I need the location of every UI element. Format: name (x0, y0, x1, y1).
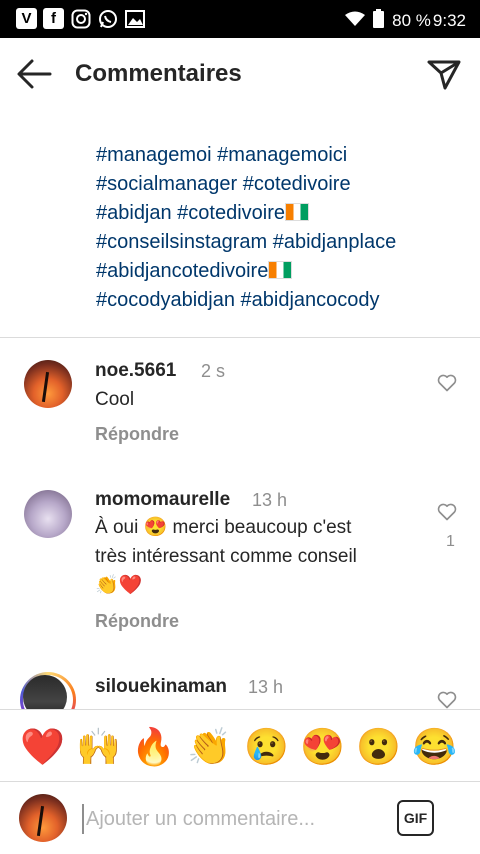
emoji-crying[interactable]: 😢 (244, 726, 289, 768)
ivory-coast-flag-icon (268, 261, 293, 279)
header: Commentaires (0, 38, 480, 110)
gif-button[interactable]: GIF (397, 800, 434, 836)
caption-line[interactable]: #abidjancotedivoire (96, 257, 456, 286)
comment-time: 13 h (248, 677, 284, 697)
divider (0, 337, 480, 338)
notification-icons: V f (16, 8, 145, 29)
current-user-avatar (19, 794, 67, 842)
send-icon (427, 60, 461, 90)
comment-time: 2 s (201, 361, 226, 381)
comment-username[interactable]: momomaurelle (95, 489, 230, 511)
caption-line[interactable]: #cocodyabidjan #abidjancocody (96, 286, 456, 315)
comment-text: À oui 😍 merci beaucoup c'est très intére… (95, 517, 357, 596)
back-button[interactable] (16, 57, 56, 91)
heart-icon[interactable] (437, 374, 457, 392)
clock: 9:32 (432, 11, 466, 30)
status-right: 80 % 9:32 (345, 9, 466, 33)
status-bar: V f 80 % 9:32 (0, 0, 480, 38)
caption-line[interactable]: #managemoi #managemoici (96, 141, 456, 170)
page-title: Commentaires (75, 60, 242, 87)
comment-input[interactable] (82, 804, 372, 834)
comment-time: 13 h (252, 490, 288, 510)
arrow-left-icon (17, 59, 52, 89)
wifi-icon (345, 11, 366, 32)
like-count[interactable]: 1 (446, 533, 455, 551)
emoji-laughing[interactable]: 😂 (412, 726, 457, 768)
heart-icon[interactable] (437, 503, 457, 521)
avatar[interactable] (24, 360, 72, 408)
reply-button[interactable]: Répondre (95, 611, 179, 632)
reply-button[interactable]: Répondre (95, 424, 179, 445)
comment-username[interactable]: noe.5661 (95, 360, 176, 382)
caption-line[interactable]: #socialmanager #cotedivoire (96, 170, 456, 199)
caption-line[interactable]: #conseilsinstagram #abidjanplace (96, 228, 456, 257)
ivory-coast-flag-icon (285, 203, 310, 221)
caption-line[interactable]: #abidjan #cotedivoire (96, 199, 456, 228)
battery-icon (373, 9, 385, 33)
avatar[interactable] (24, 490, 72, 538)
comment-composer: GIF (0, 782, 480, 854)
share-button[interactable] (426, 56, 462, 92)
gallery-icon (124, 8, 145, 29)
comment-text: Cool (95, 389, 135, 410)
emoji-clapping[interactable]: 👏 (187, 726, 232, 768)
instagram-icon (70, 8, 91, 29)
emoji-fire[interactable]: 🔥 (131, 726, 176, 768)
emoji-bar: ❤️ 🙌 🔥 👏 😢 😍 😮 😂 (0, 709, 480, 782)
emoji-raising-hands[interactable]: 🙌 (76, 726, 121, 768)
emoji-heart-eyes[interactable]: 😍 (300, 726, 345, 768)
post-caption: #managemoi #managemoici #socialmanager #… (96, 141, 456, 315)
comment-username[interactable]: silouekinaman (95, 676, 227, 698)
battery-level: 80 % (392, 11, 431, 30)
whatsapp-icon (97, 8, 118, 29)
facebook-icon: f (43, 8, 64, 29)
heart-icon[interactable] (437, 691, 457, 709)
v-app-icon: V (16, 8, 37, 29)
emoji-heart[interactable]: ❤️ (20, 726, 65, 768)
emoji-surprised[interactable]: 😮 (356, 726, 401, 768)
